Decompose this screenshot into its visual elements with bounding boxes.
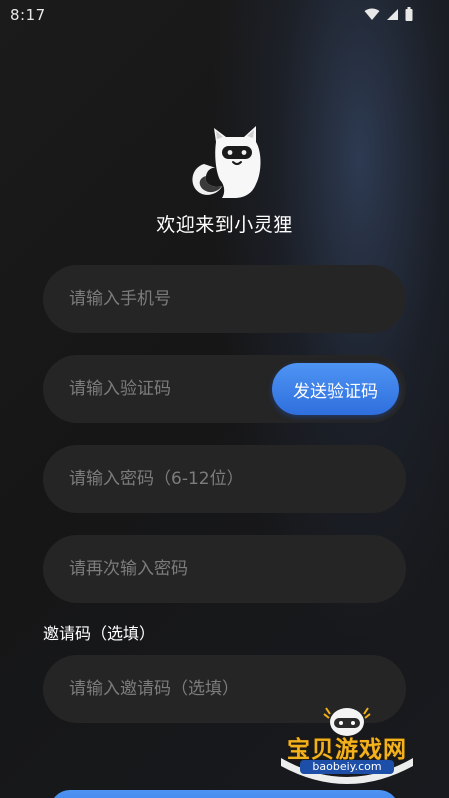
status-icons <box>364 7 413 21</box>
watermark-title: 宝贝游戏网 <box>287 737 407 763</box>
send-code-button[interactable]: 发送验证码 <box>272 363 399 415</box>
battery-icon <box>405 7 413 21</box>
password-field[interactable] <box>43 445 406 513</box>
status-time: 8:17 <box>10 6 46 24</box>
watermark: 宝贝游戏网 baobeiy.com <box>272 700 422 790</box>
welcome-title: 欢迎来到小灵狸 <box>156 214 293 236</box>
password-input[interactable] <box>69 469 289 489</box>
register-screen: 8:17 欢迎来到小灵狸 请输入手机号 请输入验证码 发送验证码 邀请码（选填）… <box>0 0 449 798</box>
verification-code-field[interactable]: 发送验证码 <box>43 355 406 423</box>
verification-code-input[interactable] <box>69 379 289 399</box>
invite-code-label: 邀请码（选填） <box>43 624 156 643</box>
phone-field[interactable] <box>43 265 406 333</box>
fox-mascot-logo <box>186 122 264 200</box>
status-bar: 8:17 <box>0 0 449 30</box>
invite-code-input[interactable] <box>69 679 289 699</box>
confirm-password-input[interactable] <box>69 559 289 579</box>
wifi-icon <box>364 8 380 21</box>
register-button[interactable] <box>50 790 399 798</box>
confirm-password-field[interactable] <box>43 535 406 603</box>
watermark-url: baobeiy.com <box>300 760 394 774</box>
phone-input[interactable] <box>69 289 289 309</box>
signal-icon <box>386 8 399 21</box>
